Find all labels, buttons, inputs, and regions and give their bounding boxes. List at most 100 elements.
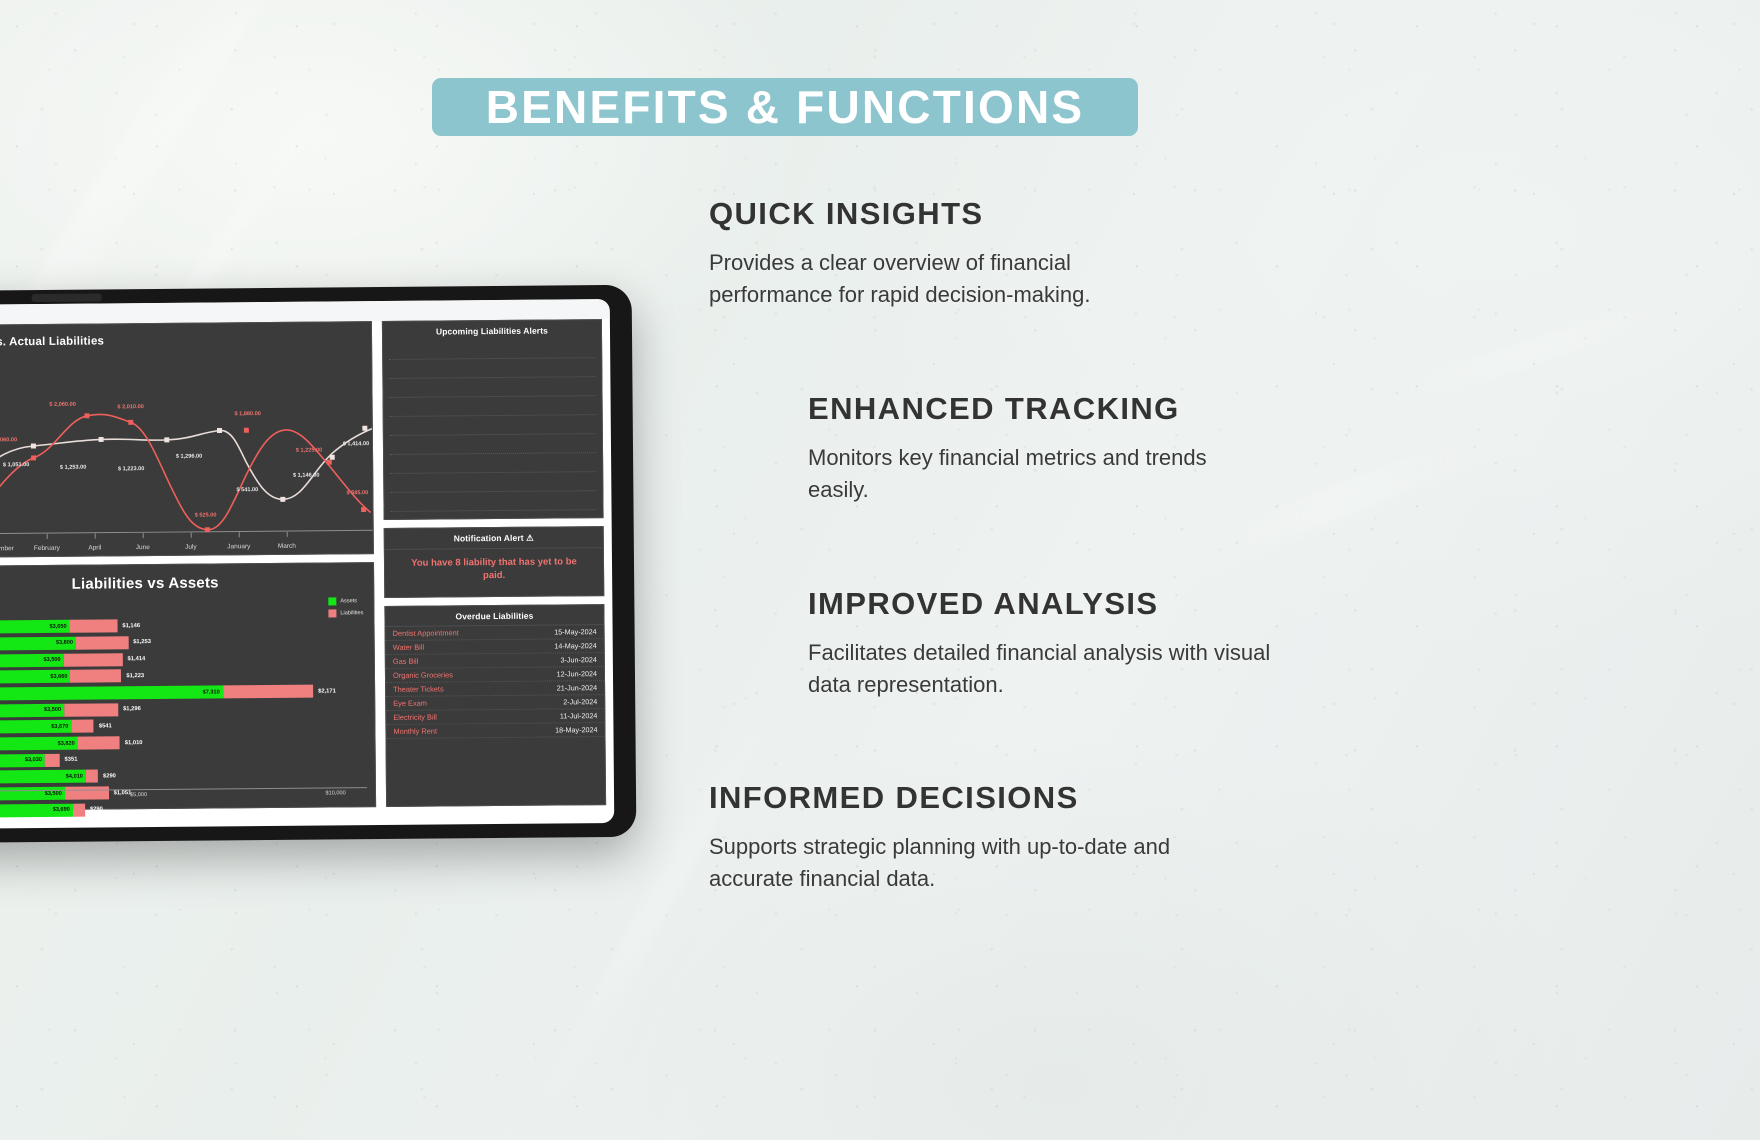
liabilities-bar-value: $1,414 [127, 656, 146, 663]
liabilities-bar [85, 769, 99, 784]
line-point-label: $ 2,060.00 [49, 401, 76, 408]
overdue-item-date: 11-Jul-2024 [559, 711, 598, 721]
feature-body: Facilitates detailed financial analysis … [808, 640, 1271, 697]
liabilities-bar [77, 736, 120, 750]
liabilities-bar-value: $1,010 [124, 739, 143, 746]
feature-heading: INFORMED DECISIONS [709, 780, 1079, 815]
overdue-item-name: Organic Groceries [392, 670, 453, 680]
x-axis-label: April [88, 544, 102, 552]
feature-block-improved-analysis: IMPROVED ANALYSIS Facilitates detailed f… [808, 586, 1278, 701]
upcoming-liabilities-alerts-panel[interactable]: Upcoming Liabilities Alerts [381, 319, 604, 520]
line-point-label: $ 2,010.00 [117, 404, 144, 411]
x-axis-label: July [185, 543, 197, 551]
liabilities-bar [70, 669, 122, 684]
assets-bar: $3,820 [0, 736, 78, 752]
line-point-label: $ 1,880.00 [234, 411, 261, 418]
liabilities-vs-assets-chart[interactable]: Liabilities vs Assets Assets Liabilities… [0, 562, 377, 818]
liabilities-bar-value: $290 [89, 806, 103, 813]
line-point-label: $ 1,414.00 [342, 441, 370, 448]
line-point-label: $ 585.00 [346, 490, 369, 497]
assets-bar: $7,310 [0, 685, 223, 702]
bar-rows-container: $3,650 $1,146 $3,800 $1,253 $3,500 $1,414 $3,6… [0, 617, 367, 818]
feature-body: Supports strategic planning with up-to-d… [709, 834, 1171, 891]
bar-row: $7,310 $2,171 [0, 684, 366, 702]
feature-block-informed-decisions: INFORMED DECISIONS Supports strategic pl… [709, 780, 1179, 895]
notification-title-text: Notification Alert [453, 532, 524, 544]
notification-alert-panel[interactable]: Notification Alert ⚠ You have 8 liabilit… [383, 526, 605, 598]
x-axis-tick-label: $5,000 [129, 792, 148, 799]
overdue-item-date: 14-May-2024 [554, 641, 597, 651]
x-axis-label: March [277, 542, 296, 550]
feature-body: Provides a clear overview of financial p… [709, 250, 1091, 307]
overdue-item-date: 21-Jun-2024 [556, 683, 598, 693]
overdue-item-name: Water Bill [392, 642, 425, 652]
overdue-item-name: Gas Bill [392, 656, 419, 666]
feature-heading: ENHANCED TRACKING [808, 391, 1180, 426]
liabilities-bar-value: $1,253 [133, 639, 151, 646]
line-point-label: $ 1,296.00 [175, 453, 203, 460]
alert-row [390, 472, 597, 493]
liabilities-bar-value: $290 [102, 773, 116, 780]
liabilities-bar-value: $2,171 [318, 687, 336, 695]
assets-bar-value: $3,800 [55, 640, 74, 647]
overdue-item-name: Monthly Rent [393, 726, 438, 736]
assets-bar-value: $4,010 [65, 773, 83, 780]
liabilities-bar-value: $1,296 [123, 706, 141, 713]
feature-heading: IMPROVED ANALYSIS [808, 586, 1159, 621]
liabilities-bar-value: $541 [98, 723, 112, 730]
assets-bar: $3,030 [0, 753, 45, 768]
assets-bar-value: $3,820 [57, 740, 75, 747]
line-point-label: $ 1,051.00 [2, 462, 30, 469]
dashboard-left-column: Planned vs. Actual Liabilities [0, 321, 377, 818]
assets-bar-value: $3,690 [52, 807, 70, 814]
liabilities-bar [222, 684, 314, 699]
assets-bar: $3,660 [0, 670, 71, 685]
feature-block-quick-insights: QUICK INSIGHTS Provides a clear overview… [709, 196, 1179, 311]
assets-bar-value: $3,500 [43, 656, 61, 664]
overdue-item-date: 2-Jul-2024 [563, 697, 598, 707]
assets-bar-value: $3,650 [49, 623, 67, 630]
assets-bar-value: $3,500 [43, 707, 62, 714]
tablet-camera-bar [31, 293, 102, 303]
liabilities-bar [72, 803, 86, 817]
alert-row [389, 339, 596, 360]
notification-panel-title: Notification Alert ⚠ [384, 527, 603, 550]
line-point-label: $ 1,146.00 [292, 472, 320, 479]
x-axis-label: June [135, 544, 150, 552]
feature-body: Monitors key financial metrics and trend… [808, 445, 1207, 502]
alert-row [390, 453, 597, 474]
liabilities-bar [75, 636, 129, 650]
dashboard-body: Planned vs. Actual Liabilities [0, 319, 614, 818]
warning-icon: ⚠ [526, 532, 534, 543]
tablet-device-mockup: Planned vs. Actual Liabilities [0, 284, 637, 844]
assets-bar: $3,650 [0, 619, 70, 635]
liabilities-bar-value: $351 [64, 756, 78, 764]
page-title: BENEFITS & FUNCTIONS [485, 81, 1085, 133]
planned-vs-actual-liabilities-chart[interactable]: Planned vs. Actual Liabilities [0, 321, 374, 559]
bar-row: $3,030 $351 [0, 751, 367, 768]
bar-row: $3,500 $1,414 [0, 651, 366, 668]
assets-bar: $3,800 [0, 636, 77, 652]
table-row[interactable]: Monthly Rent 18-May-2024 [386, 723, 605, 739]
overdue-panel-title: Overdue Liabilities [385, 605, 604, 627]
liabilities-bar [44, 753, 60, 767]
legend-swatch-assets [328, 597, 337, 606]
legend-label: Liabilities [340, 610, 364, 617]
dashboard-right-column: Upcoming Liabilities Alerts Notification… [381, 319, 607, 807]
alert-row [389, 415, 596, 436]
alerts-row-list [383, 339, 602, 512]
alert-row [389, 396, 596, 417]
alerts-panel-title: Upcoming Liabilities Alerts [435, 325, 549, 337]
x-axis-label: January [227, 543, 251, 551]
liabilities-bar [63, 652, 123, 667]
line-point-label: $ 525.00 [194, 512, 217, 519]
tablet-screen: Planned vs. Actual Liabilities [0, 299, 615, 830]
liabilities-bar-value: $1,146 [122, 622, 141, 630]
line-point-label: $ 1,223.00 [117, 466, 145, 473]
bar-row: $3,500 $1,296 [0, 701, 366, 718]
feature-block-enhanced-tracking: ENHANCED TRACKING Monitors key financial… [808, 391, 1248, 506]
assets-bar-value: $7,310 [202, 688, 220, 696]
overdue-liabilities-panel[interactable]: Overdue Liabilities Dentist Appointment 1… [384, 604, 607, 807]
overdue-table: Dentist Appointment 15-May-2024 Water Bill… [385, 625, 605, 739]
alert-row [389, 434, 597, 455]
